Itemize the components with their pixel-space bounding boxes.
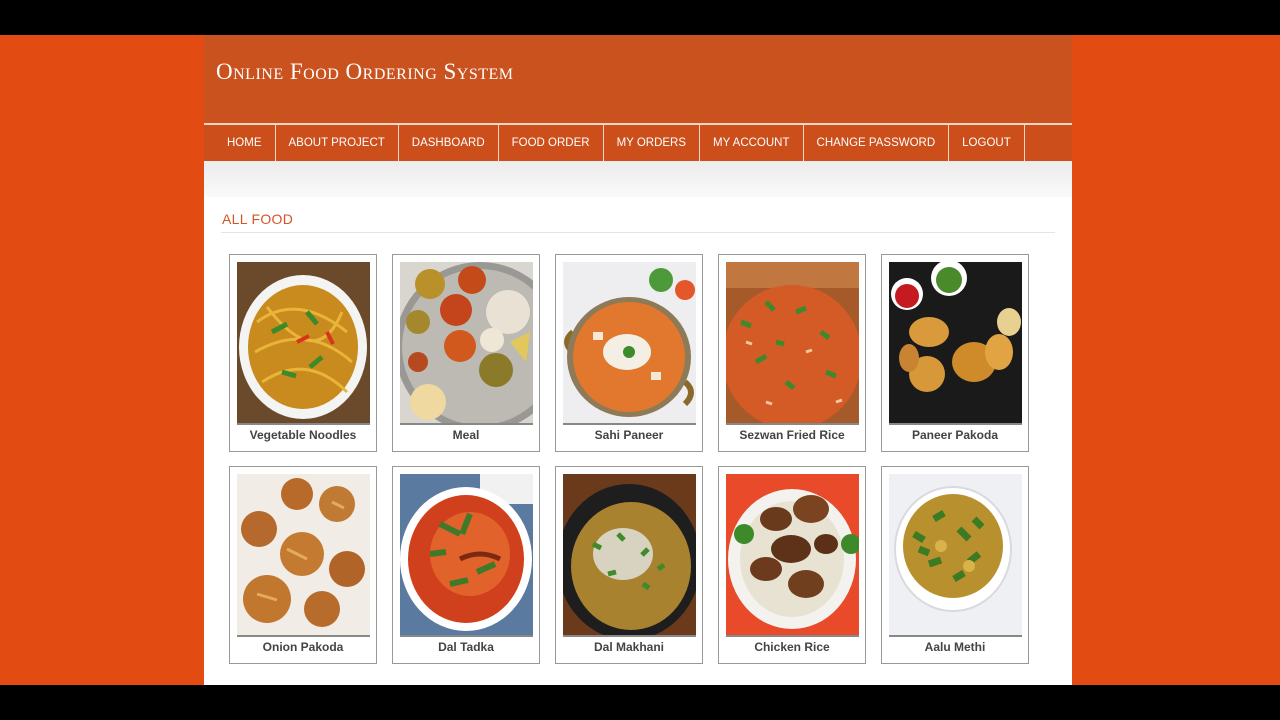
food-card[interactable]: Chicken Rice bbox=[718, 466, 866, 664]
nav-change-password[interactable]: CHANGE PASSWORD bbox=[804, 125, 950, 161]
food-name: Sezwan Fried Rice bbox=[739, 428, 845, 442]
main-content: ALL FOOD Vegetable Noodles Meal Sahi Pan… bbox=[204, 197, 1072, 664]
food-name: Dal Makhani bbox=[593, 640, 665, 654]
food-image bbox=[400, 262, 533, 425]
food-image bbox=[237, 262, 370, 425]
nav-logout[interactable]: LOGOUT bbox=[949, 125, 1025, 161]
nav-dashboard[interactable]: DASHBOARD bbox=[399, 125, 499, 161]
food-name: Vegetable Noodles bbox=[249, 428, 357, 442]
food-card[interactable]: Onion Pakoda bbox=[229, 466, 377, 664]
food-card[interactable]: Aalu Methi bbox=[881, 466, 1029, 664]
food-name: Onion Pakoda bbox=[262, 640, 344, 654]
food-card[interactable]: Dal Tadka bbox=[392, 466, 540, 664]
food-card[interactable]: Paneer Pakoda bbox=[881, 254, 1029, 452]
main-nav: HOME ABOUT PROJECT DASHBOARD FOOD ORDER … bbox=[204, 125, 1072, 161]
food-image bbox=[400, 474, 533, 637]
food-image bbox=[563, 474, 696, 637]
food-name: Meal bbox=[452, 428, 480, 442]
food-name: Paneer Pakoda bbox=[911, 428, 999, 442]
food-card[interactable]: Meal bbox=[392, 254, 540, 452]
section-title: ALL FOOD bbox=[221, 211, 1055, 233]
food-card[interactable]: Vegetable Noodles bbox=[229, 254, 377, 452]
food-image bbox=[563, 262, 696, 425]
food-name: Sahi Paneer bbox=[594, 428, 664, 442]
nav-my-orders[interactable]: MY ORDERS bbox=[604, 125, 701, 161]
letterbox-bottom bbox=[0, 685, 1280, 720]
food-name: Aalu Methi bbox=[924, 640, 986, 654]
nav-about-project[interactable]: ABOUT PROJECT bbox=[276, 125, 399, 161]
food-card[interactable]: Dal Makhani bbox=[555, 466, 703, 664]
food-image bbox=[889, 262, 1022, 425]
site-title: Online Food Ordering System bbox=[216, 59, 514, 84]
food-name: Chicken Rice bbox=[754, 640, 830, 654]
nav-home[interactable]: HOME bbox=[204, 125, 276, 161]
nav-my-account[interactable]: MY ACCOUNT bbox=[700, 125, 804, 161]
site-header: Online Food Ordering System bbox=[204, 35, 1072, 125]
food-image bbox=[726, 262, 859, 425]
food-image bbox=[889, 474, 1022, 637]
food-grid: Vegetable Noodles Meal Sahi Paneer Sezwa… bbox=[229, 254, 1055, 664]
food-card[interactable]: Sezwan Fried Rice bbox=[718, 254, 866, 452]
food-name: Dal Tadka bbox=[438, 640, 494, 654]
food-card[interactable]: Sahi Paneer bbox=[555, 254, 703, 452]
nav-food-order[interactable]: FOOD ORDER bbox=[499, 125, 604, 161]
sub-banner bbox=[204, 161, 1072, 197]
site-container: Online Food Ordering System HOME ABOUT P… bbox=[204, 35, 1072, 685]
food-image bbox=[726, 474, 859, 637]
food-image bbox=[237, 474, 370, 637]
